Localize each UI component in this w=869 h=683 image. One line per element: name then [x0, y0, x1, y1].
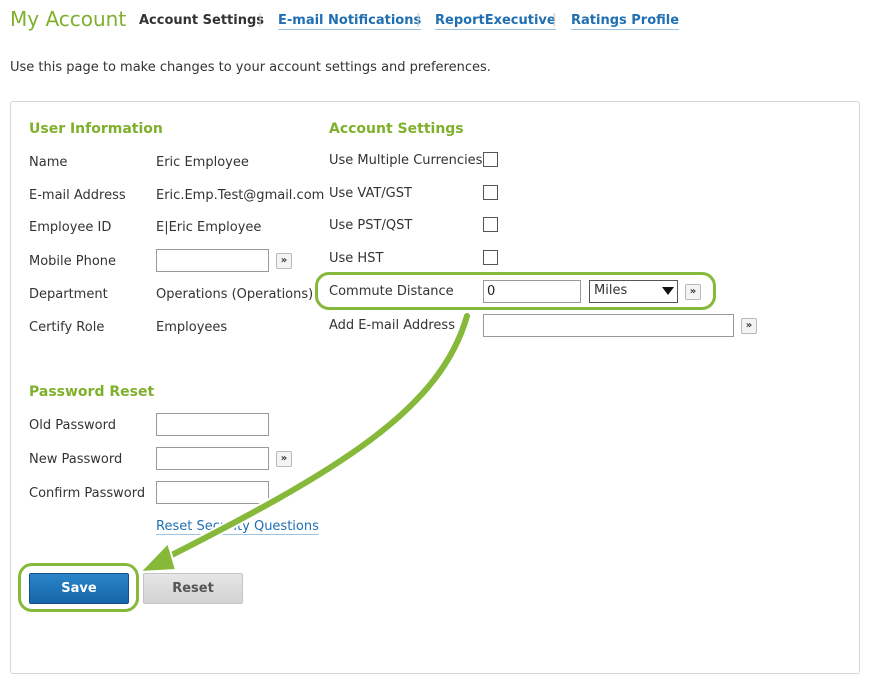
annotation-arrow-icon: [137, 311, 472, 574]
